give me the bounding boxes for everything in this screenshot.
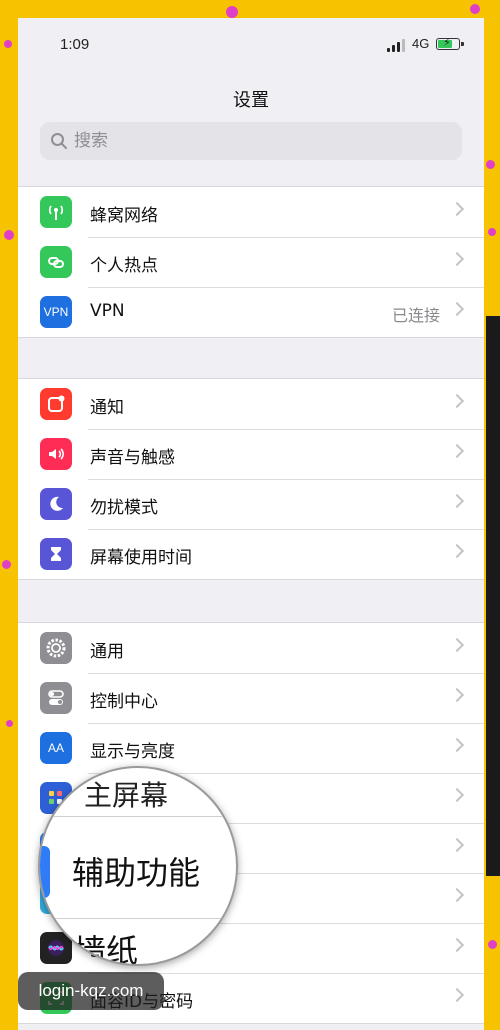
page-title: 设置 [233, 90, 269, 111]
settings-row-label: 通用 [90, 642, 124, 662]
chevron-right-icon [449, 787, 465, 803]
link-icon [40, 246, 72, 278]
network-type: 4G [412, 36, 430, 51]
chevron-right-icon [449, 937, 465, 953]
battery-icon: ⚡ [436, 36, 464, 50]
antenna-icon [40, 196, 72, 228]
vpn-icon: VPN [40, 296, 72, 328]
background-edge [486, 316, 500, 876]
settings-row[interactable]: 声音与触感 [18, 429, 484, 479]
decor-dot [470, 4, 480, 14]
settings-row-value: 已连接 [391, 306, 440, 325]
settings-row[interactable]: AA 显示与亮度 [18, 723, 484, 773]
settings-section: 蜂窝网络个人热点 VPN VPN 已连接 [18, 186, 484, 338]
decor-dot [488, 940, 497, 949]
settings-row[interactable]: VPN VPN 已连接 [18, 287, 484, 337]
settings-row-label: 屏幕使用时间 [90, 548, 192, 568]
settings-row[interactable]: 个人热点 [18, 237, 484, 287]
chevron-right-icon [449, 737, 465, 753]
magnified-wallpaper-text: 墙纸 [74, 932, 139, 966]
settings-row[interactable]: 屏幕使用时间 [18, 529, 484, 579]
status-bar: 1:09 4G ⚡ [18, 18, 484, 70]
settings-row-label: VPN [90, 301, 125, 321]
chevron-right-icon [449, 543, 465, 559]
settings-row[interactable]: 控制中心 [18, 673, 484, 723]
settings-section: 通知声音与触感勿扰模式屏幕使用时间 [18, 378, 484, 580]
chevron-right-icon [449, 443, 465, 459]
settings-row-label: 控制中心 [90, 692, 158, 712]
settings-row-label: 显示与亮度 [90, 742, 175, 762]
decor-dot [2, 560, 11, 569]
search-input[interactable] [74, 122, 444, 160]
toggles-icon [40, 682, 72, 714]
chevron-right-icon [449, 201, 465, 217]
settings-row-label: 声音与触感 [90, 448, 175, 468]
magnified-accessibility-label[interactable]: 辅助功能 [72, 848, 200, 894]
watermark: login-kqz.com [18, 972, 164, 1010]
settings-row-label: 个人热点 [90, 256, 158, 276]
settings-row-label: 通知 [90, 398, 124, 418]
notification-icon [40, 388, 72, 420]
decor-dot [226, 6, 238, 18]
moon-icon [40, 488, 72, 520]
chevron-right-icon [449, 837, 465, 853]
signal-icon [387, 38, 407, 52]
magnifier-overlay: 主屏幕 辅助功能 墙纸 [38, 766, 238, 966]
chevron-right-icon [449, 637, 465, 653]
magnified-home-screen-text: 主屏幕 [84, 779, 169, 812]
speaker-icon [40, 438, 72, 470]
search-icon [51, 133, 67, 149]
decor-dot [4, 230, 14, 240]
settings-row[interactable]: 通知 [18, 379, 484, 429]
settings-row[interactable]: 蜂窝网络 [18, 187, 484, 237]
text-size-icon: AA [40, 732, 72, 764]
decor-dot [486, 160, 495, 169]
settings-row[interactable]: 通用 [18, 623, 484, 673]
gear-icon [40, 632, 72, 664]
decor-dot [6, 720, 13, 727]
decor-dot [488, 228, 496, 236]
settings-row[interactable]: 勿扰模式 [18, 479, 484, 529]
chevron-right-icon [449, 987, 465, 1003]
chevron-right-icon [449, 687, 465, 703]
search-bar[interactable] [40, 122, 462, 160]
chevron-right-icon [449, 251, 465, 267]
status-time: 1:09 [60, 36, 90, 53]
settings-screen: 1:09 4G ⚡ 设置 蜂窝网络个人热点 VPN VPN 已连接通知声音与触感勿扰模… [18, 18, 484, 1030]
decor-dot [4, 40, 12, 48]
chevron-right-icon [449, 393, 465, 409]
chevron-right-icon [449, 493, 465, 509]
chevron-right-icon [449, 301, 465, 317]
settings-row-label: 蜂窝网络 [90, 206, 158, 226]
hourglass-icon [40, 538, 72, 570]
settings-row-label: 勿扰模式 [90, 498, 158, 518]
magnified-accessibility-icon [40, 846, 50, 898]
chevron-right-icon [449, 887, 465, 903]
